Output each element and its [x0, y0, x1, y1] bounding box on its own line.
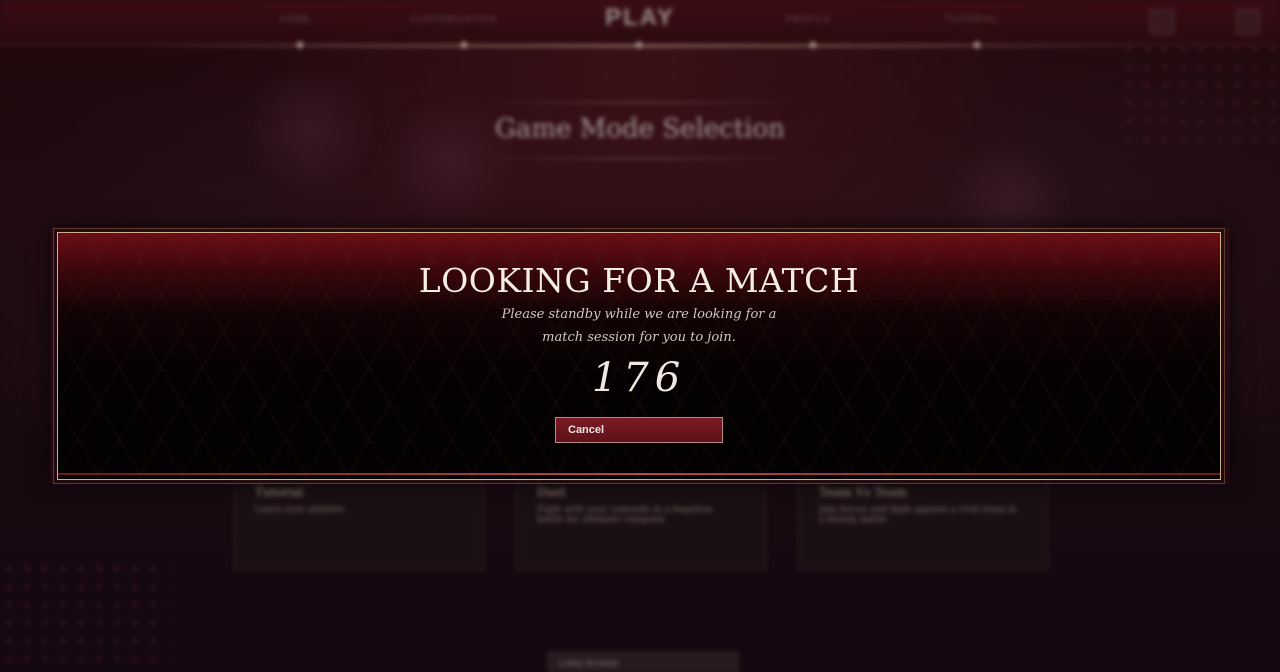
dialog-title: LOOKING FOR A MATCH [418, 261, 860, 300]
dialog-message-line-2: match session for you to join. [542, 330, 736, 345]
bg-pattern [0, 560, 170, 670]
search-timer: 176 [591, 355, 687, 401]
settings-button[interactable] [1150, 10, 1174, 34]
nav-customization[interactable]: CUSTOMIZATION [410, 14, 497, 24]
mode-card-team-vs-team[interactable]: Team Vs Team Join forces and fight again… [798, 472, 1048, 570]
nav-home[interactable]: HOME [280, 14, 311, 24]
divider [480, 102, 800, 103]
nav-play[interactable]: PLAY [600, 4, 680, 32]
nav-tutorial[interactable]: TUTORIAL [946, 14, 998, 24]
card-subtitle: Fight with your comrade in a hopeless ba… [537, 505, 713, 525]
card-title: Duel [537, 485, 566, 499]
mode-selection-header: Game Mode Selection [480, 100, 800, 160]
nav-profile[interactable]: PROFILE [786, 14, 832, 24]
bg-glow [230, 70, 390, 190]
mode-selection-title: Game Mode Selection [495, 114, 785, 144]
game-screen: HOME CUSTOMIZATION PLAY PROFILE TUTORIAL… [0, 0, 1280, 672]
dialog-accent-line [58, 473, 1220, 475]
card-title: Team Vs Team [819, 485, 907, 499]
exit-button[interactable] [1236, 10, 1260, 34]
top-nav-bar: HOME CUSTOMIZATION PLAY PROFILE TUTORIAL [0, 0, 1280, 45]
cancel-button[interactable]: Cancel [555, 417, 723, 443]
bg-pattern [1120, 40, 1280, 150]
mode-card-tutorial[interactable]: Tutorial Learn your abilities [234, 472, 484, 570]
dialog-message-line-1: Please standby while we are looking for … [501, 307, 777, 322]
matchmaking-dialog: LOOKING FOR A MATCH Please standby while… [53, 228, 1225, 484]
card-subtitle: Join forces and fight against a rival te… [819, 505, 1017, 525]
card-title: Tutorial [255, 485, 304, 499]
mode-card-duel[interactable]: Duel Fight with your comrade in a hopele… [516, 472, 766, 570]
lobby-browser-button[interactable]: Lobby Browser [548, 652, 738, 672]
divider [480, 158, 800, 159]
card-subtitle: Learn your abilities [255, 505, 345, 515]
